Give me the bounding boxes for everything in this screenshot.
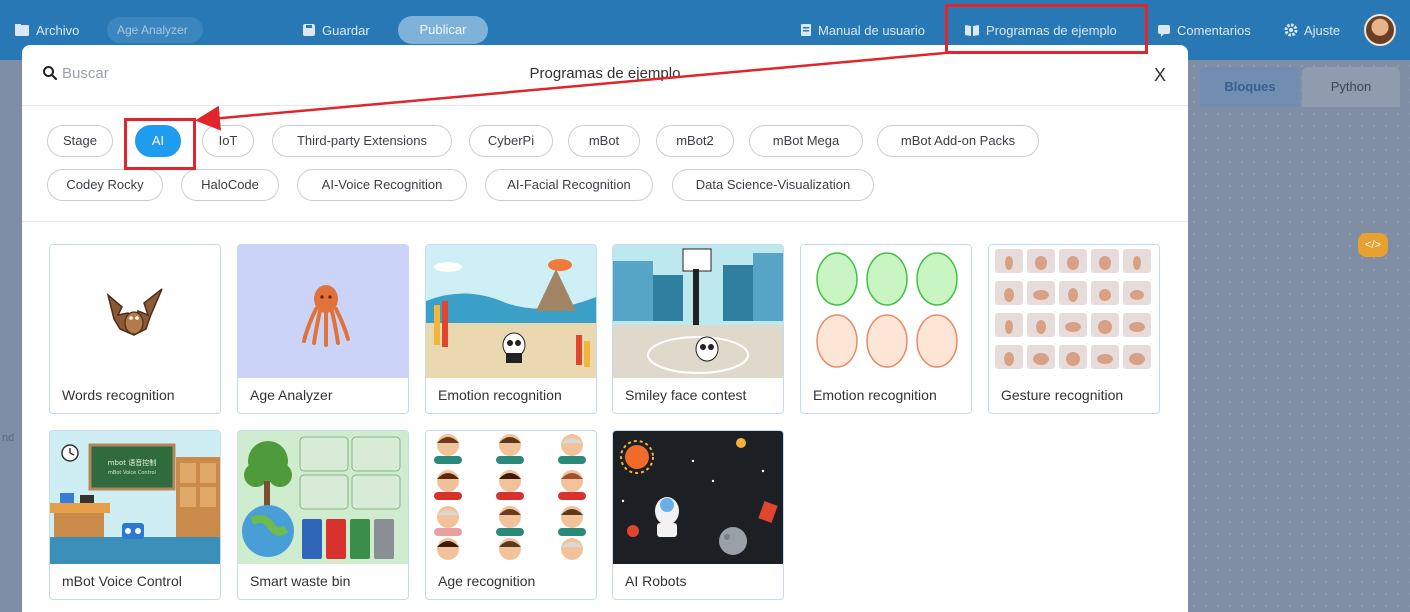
program-thumbnail: mbot 语音控制 mBot Voice Control	[50, 431, 220, 564]
comment-icon	[1158, 25, 1170, 37]
hand-gestures-illustration	[995, 249, 1151, 369]
script-canvas	[1188, 60, 1410, 612]
category-mbot2[interactable]: mBot2	[656, 125, 734, 157]
program-card-words-recognition[interactable]: Words recognition	[49, 244, 221, 414]
divider	[22, 221, 1188, 222]
program-thumbnail	[50, 245, 220, 378]
category-ai-voice-recognition[interactable]: AI-Voice Recognition	[297, 169, 467, 201]
program-card-age-recognition[interactable]: Age recognition	[425, 430, 597, 600]
face-mesh-illustration	[816, 252, 958, 368]
program-thumbnail	[426, 431, 596, 564]
basketball-court-illustration	[613, 245, 783, 378]
category-mbot-mega[interactable]: mBot Mega	[749, 125, 863, 157]
program-thumbnail	[613, 245, 783, 378]
waste-bins-illustration	[238, 431, 408, 564]
beach-scene-illustration	[426, 245, 596, 378]
manual-label: Manual de usuario	[818, 22, 925, 38]
program-thumbnail	[426, 245, 596, 378]
category-third-party-extensions[interactable]: Third-party Extensions	[272, 125, 452, 157]
category-mbot[interactable]: mBot	[568, 125, 640, 157]
program-card-mbot-voice-control[interactable]: mbot 语音控制 mBot Voice Control mBot Voice …	[49, 430, 221, 600]
program-title: Emotion recognition	[438, 387, 562, 403]
comments-label: Comentarios	[1177, 22, 1251, 38]
program-title: mBot Voice Control	[62, 573, 182, 589]
program-title: Age Analyzer	[250, 387, 333, 403]
dialog-title: Programas de ejemplo	[529, 65, 681, 82]
program-thumbnail	[238, 431, 408, 564]
program-thumbnail	[238, 245, 408, 378]
highlight-box-ai-category	[124, 118, 196, 170]
program-card-ai-robots[interactable]: AI Robots	[612, 430, 784, 600]
program-card-smart-waste-bin[interactable]: Smart waste bin	[237, 430, 409, 600]
settings-link[interactable]: Ajuste	[1284, 0, 1340, 60]
program-card-emotion-recognition-2[interactable]: Emotion recognition	[800, 244, 972, 414]
divider	[22, 105, 1188, 106]
program-card-gesture-recognition[interactable]: Gesture recognition	[988, 244, 1160, 414]
category-codey-rocky[interactable]: Codey Rocky	[47, 169, 163, 201]
program-title: AI Robots	[625, 573, 687, 589]
settings-label: Ajuste	[1304, 22, 1341, 38]
program-title: Smart waste bin	[250, 573, 351, 589]
category-halocode[interactable]: HaloCode	[181, 169, 279, 201]
program-title: Words recognition	[62, 387, 175, 403]
category-data-science-visualization[interactable]: Data Science-Visualization	[672, 169, 874, 201]
folder-icon	[15, 24, 29, 36]
category-iot[interactable]: IoT	[202, 125, 254, 157]
faces-grid-illustration	[434, 434, 586, 560]
save-icon	[303, 24, 315, 36]
code-view-button[interactable]: </>	[1358, 233, 1388, 257]
gear-icon	[1284, 23, 1298, 37]
user-avatar[interactable]	[1364, 14, 1396, 46]
category-stage[interactable]: Stage	[47, 125, 113, 157]
program-title: Emotion recognition	[813, 387, 937, 403]
close-button[interactable]: X	[1150, 63, 1170, 87]
project-name-input[interactable]: Age Analyzer	[107, 17, 203, 43]
category-mbot-add-on-packs[interactable]: mBot Add-on Packs	[877, 125, 1039, 157]
program-title: Age recognition	[438, 573, 536, 589]
program-card-emotion-recognition[interactable]: Emotion recognition	[425, 244, 597, 414]
program-title: Gesture recognition	[1001, 387, 1124, 403]
program-thumbnail	[801, 245, 971, 378]
tab-blocks[interactable]: Bloques	[1200, 67, 1300, 107]
program-title: Smiley face contest	[625, 387, 747, 403]
program-thumbnail	[989, 245, 1159, 378]
category-cyberpi[interactable]: CyberPi	[469, 125, 553, 157]
manual-icon	[801, 24, 811, 36]
board-text-line2: mBot Voice Control	[108, 470, 156, 476]
board-text-line1: mbot 语音控制	[108, 458, 157, 467]
category-ai-facial-recognition[interactable]: AI-Facial Recognition	[485, 169, 653, 201]
bat-illustration	[106, 288, 163, 336]
example-programs-dialog: Buscar Programas de ejemplo X Stage AI I…	[22, 45, 1188, 612]
program-card-age-analyzer[interactable]: Age Analyzer	[237, 244, 409, 414]
publish-button[interactable]: Publicar	[398, 16, 488, 44]
octopus-illustration	[302, 285, 350, 347]
highlight-box-examples-menu	[945, 4, 1148, 54]
space-scene-illustration	[613, 431, 783, 564]
file-menu-label: Archivo	[36, 22, 80, 38]
save-label: Guardar	[322, 22, 370, 38]
classroom-illustration: mbot 语音控制 mBot Voice Control	[50, 431, 220, 564]
editor-left-panel: nd	[0, 60, 22, 612]
tab-python[interactable]: Python	[1302, 67, 1400, 107]
program-thumbnail	[613, 431, 783, 564]
program-card-smiley-face-contest[interactable]: Smiley face contest	[612, 244, 784, 414]
